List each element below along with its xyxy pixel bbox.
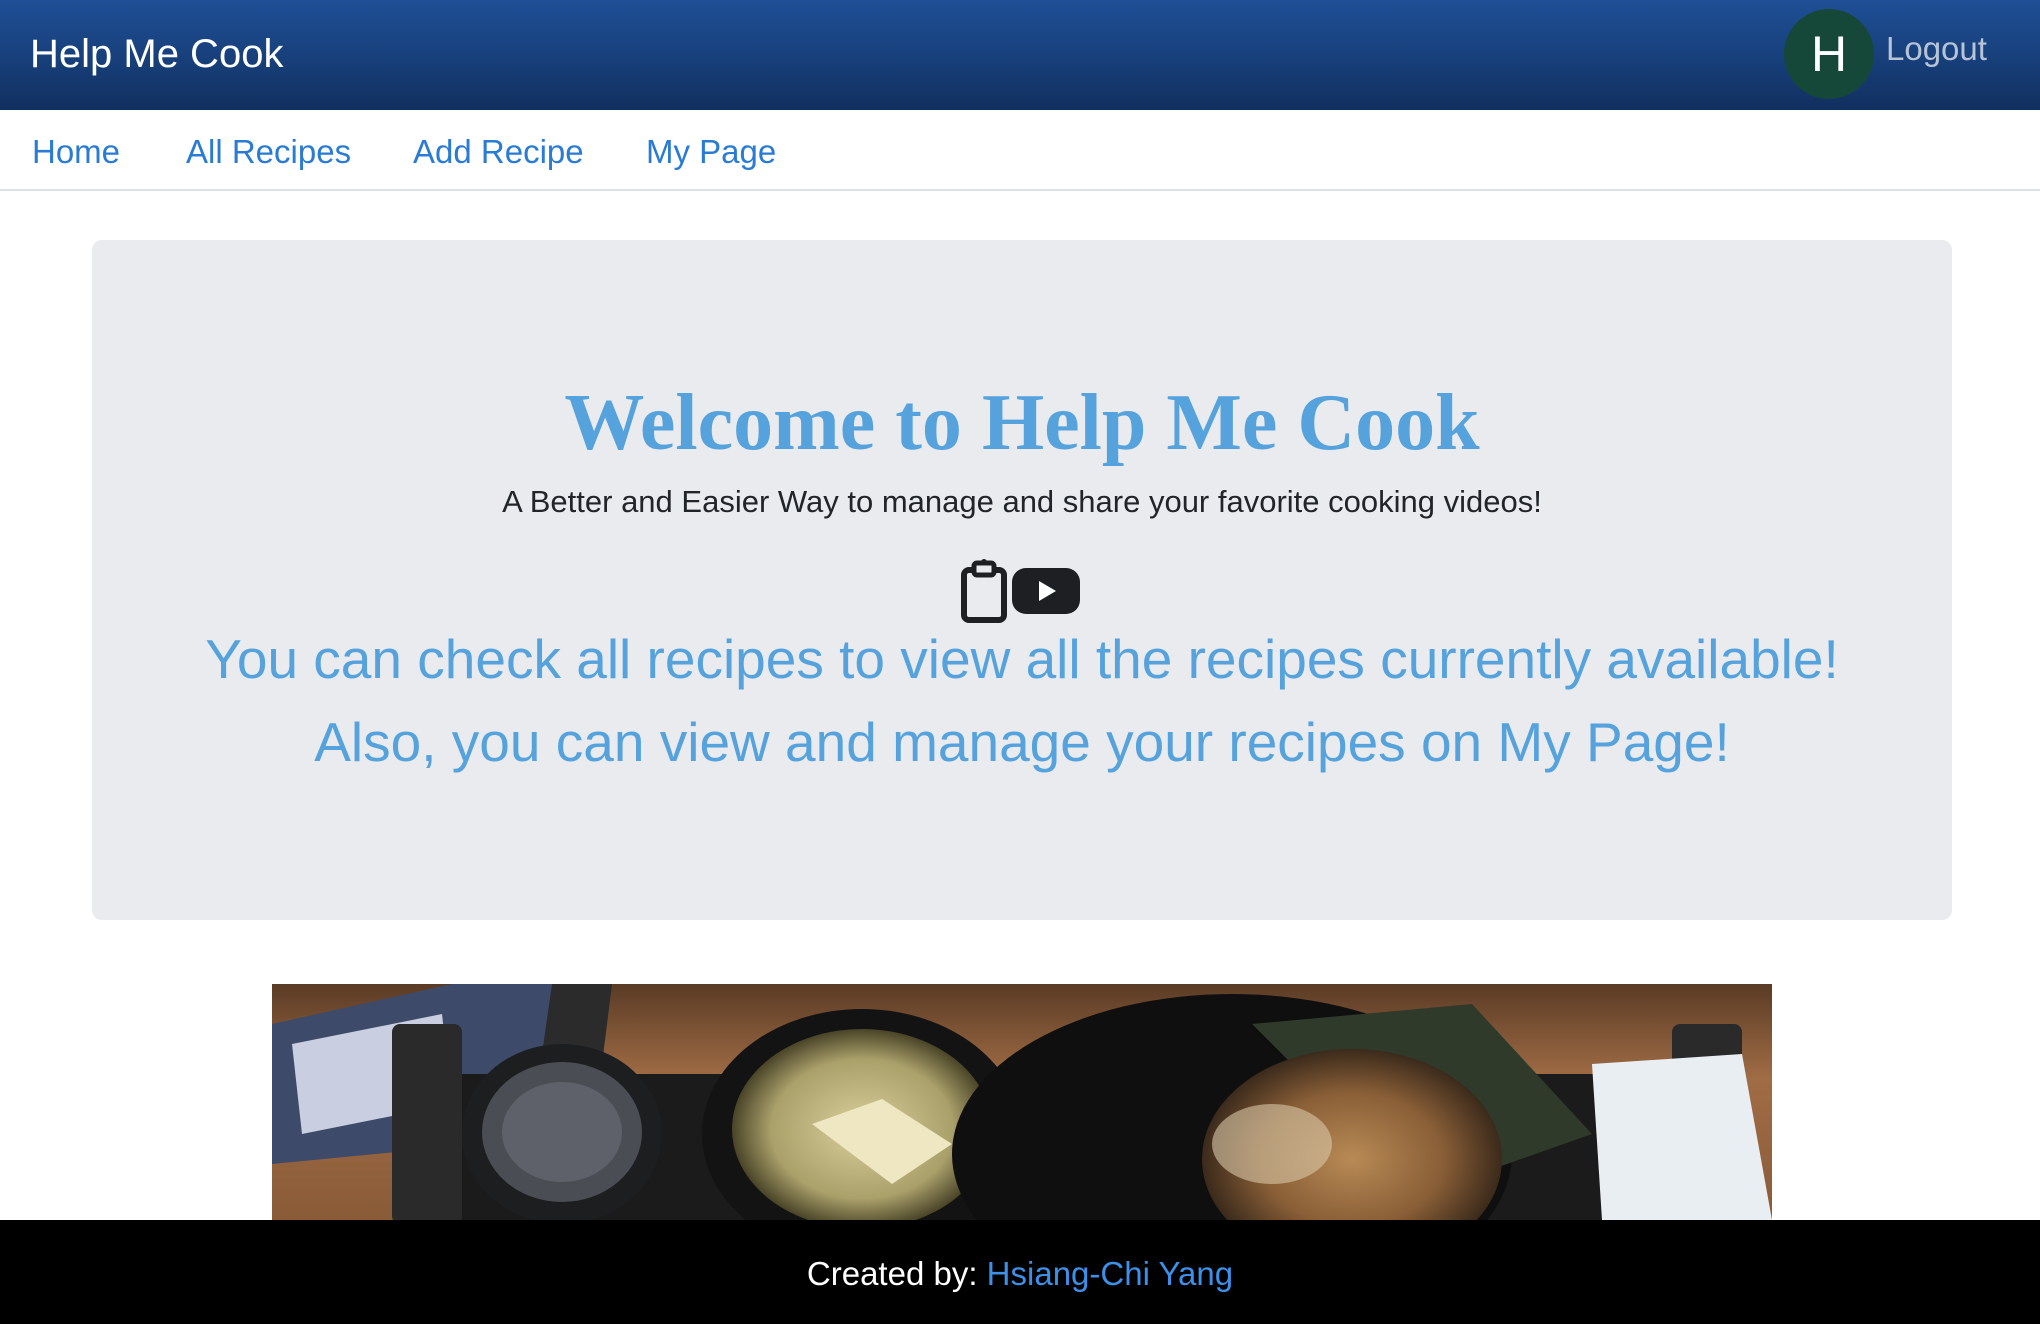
page-footer: Created by: Hsiang-Chi Yang (0, 1220, 2040, 1324)
tagline: A Better and Easier Way to manage and sh… (502, 484, 1542, 519)
welcome-heading: Welcome to Help Me Cook (92, 373, 1952, 473)
welcome-prefix: Welcome to (564, 379, 962, 467)
nav-home[interactable]: Home (32, 132, 120, 172)
top-header: Help Me Cook H Logout (0, 0, 2040, 110)
food-photo-graphic (272, 984, 1772, 1220)
logout-button[interactable]: Logout (1886, 28, 1987, 70)
welcome-brand: Help Me Cook (981, 379, 1480, 467)
youtube-play-icon (1012, 568, 1080, 614)
food-photo (272, 984, 1772, 1220)
main-nav: Home All Recipes Add Recipe My Page (0, 110, 2040, 191)
brand-title[interactable]: Help Me Cook (30, 28, 283, 80)
nav-my-page[interactable]: My Page (646, 132, 776, 172)
my-page-info: Also, you can view and manage your recip… (314, 711, 1730, 773)
hero-icons (961, 559, 1080, 623)
user-avatar[interactable]: H (1784, 9, 1874, 99)
welcome-jumbotron: Welcome to Help Me Cook A Better and Eas… (92, 240, 1952, 920)
author-link[interactable]: Hsiang-Chi Yang (987, 1255, 1233, 1292)
nav-add-recipe[interactable]: Add Recipe (413, 132, 584, 172)
clipboard-icon (961, 559, 1007, 623)
footer-credit: Created by: Hsiang-Chi Yang (0, 1254, 2040, 1294)
nav-all-recipes[interactable]: All Recipes (186, 132, 351, 172)
footer-prefix: Created by: (806, 1255, 978, 1292)
all-recipes-info: You can check all recipes to view all th… (205, 628, 1839, 690)
